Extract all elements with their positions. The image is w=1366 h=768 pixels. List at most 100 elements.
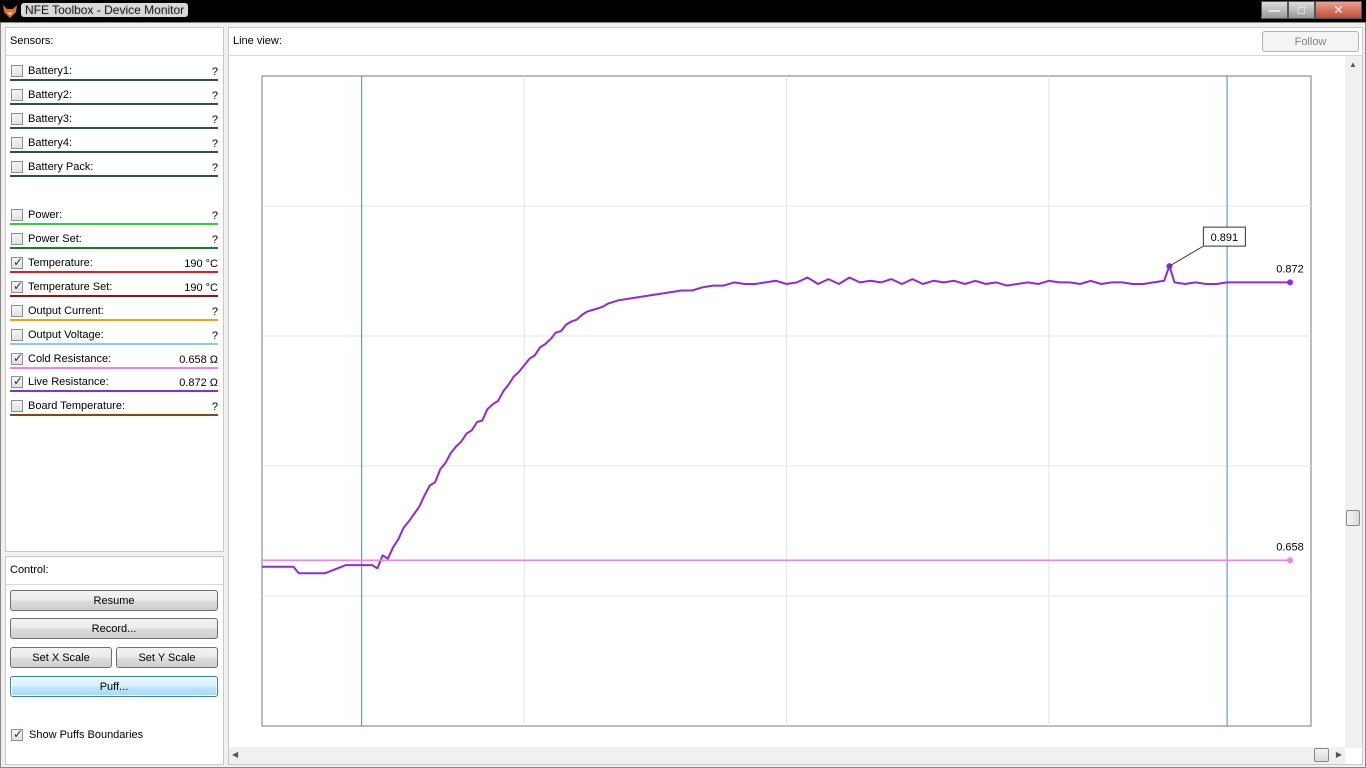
sensor-value: ? xyxy=(211,330,218,342)
vertical-scroll-thumb[interactable] xyxy=(1346,510,1360,526)
sensor-row[interactable]: Battery Pack:? xyxy=(10,159,218,181)
sensor-value: 190 °C xyxy=(184,258,218,270)
checkbox-checked-icon[interactable] xyxy=(11,279,23,293)
sensor-value: ? xyxy=(211,114,218,126)
sensor-row[interactable]: Battery1:? xyxy=(10,63,218,85)
sensor-label: Battery1: xyxy=(28,65,73,77)
set-x-scale-button[interactable]: Set X Scale xyxy=(10,647,112,668)
minimize-icon: — xyxy=(1268,3,1281,17)
follow-button[interactable]: Follow xyxy=(1262,31,1359,52)
sensor-label: Battery3: xyxy=(28,113,73,125)
set-y-scale-button[interactable]: Set Y Scale xyxy=(116,647,218,668)
sensor-value: ? xyxy=(211,162,218,174)
vertical-scrollbar[interactable]: ▲ xyxy=(1345,56,1362,748)
record-button[interactable]: Record... xyxy=(10,618,218,639)
divider xyxy=(6,55,223,56)
checkbox-unchecked-icon[interactable] xyxy=(11,65,23,77)
sensor-label: Live Resistance: xyxy=(28,376,109,388)
checkbox-unchecked-icon[interactable] xyxy=(11,113,23,125)
sensor-value: ? xyxy=(211,306,218,318)
scroll-left-icon[interactable]: ◀ xyxy=(232,750,238,759)
maximize-icon: □ xyxy=(1297,3,1306,17)
sensor-label: Power: xyxy=(28,209,63,221)
checkbox-unchecked-icon[interactable] xyxy=(11,161,23,173)
sensor-label: Power Set: xyxy=(28,233,82,245)
sensor-row[interactable]: Output Voltage:? xyxy=(10,327,218,349)
sensor-value: ? xyxy=(211,66,218,78)
sensor-color-line xyxy=(10,319,218,321)
sensor-color-line xyxy=(10,223,218,225)
sensor-value: ? xyxy=(211,90,218,102)
sensor-label: Battery Pack: xyxy=(28,161,94,173)
sensor-color-line xyxy=(10,151,218,153)
series-end-point xyxy=(1287,279,1294,286)
sensor-row[interactable]: Power:? xyxy=(10,207,218,229)
horizontal-scrollbar[interactable]: ◀ ▶ xyxy=(229,747,1345,764)
control-panel: Control: Resume Record... Set X Scale Se… xyxy=(5,556,224,765)
sensor-row[interactable]: Battery3:? xyxy=(10,111,218,133)
divider xyxy=(6,584,223,585)
checkbox-unchecked-icon[interactable] xyxy=(11,209,23,221)
sensor-color-line xyxy=(10,414,218,416)
sensor-value: 0.658 Ω xyxy=(179,354,218,366)
sensor-label: Output Current: xyxy=(28,305,104,317)
checkbox-checked-icon[interactable] xyxy=(11,727,23,741)
sensor-label: Board Temperature: xyxy=(28,400,126,412)
maximize-button[interactable]: □ xyxy=(1288,1,1315,19)
sensor-row[interactable]: Battery4:? xyxy=(10,135,218,157)
sensor-color-line xyxy=(10,127,218,129)
checkbox-unchecked-icon[interactable] xyxy=(11,137,23,149)
sensor-row[interactable]: Temperature: 190 °C xyxy=(10,255,218,277)
sensor-value: ? xyxy=(211,210,218,222)
sensor-label: Temperature Set: xyxy=(28,281,113,293)
line-view-title: Line view: xyxy=(233,35,282,47)
sensors-panel: Sensors: Battery1:? Battery2:? Battery3:? B… xyxy=(5,27,224,552)
sensor-row[interactable]: Power Set:? xyxy=(10,231,218,253)
minimize-button[interactable]: — xyxy=(1261,1,1288,19)
sensor-color-line xyxy=(10,390,218,392)
sensor-color-line xyxy=(10,367,218,369)
title-bar: NFE Toolbox - Device Monitor — □ ✕ xyxy=(0,0,1366,22)
series-end-point xyxy=(1287,557,1294,564)
resume-button[interactable]: Resume xyxy=(10,590,218,611)
checkbox-checked-icon[interactable] xyxy=(11,374,23,388)
checkbox-unchecked-icon[interactable] xyxy=(11,329,23,341)
sensor-row[interactable]: Board Temperature:? xyxy=(10,398,218,420)
checkbox-checked-icon[interactable] xyxy=(11,255,23,269)
sensor-row[interactable]: Temperature Set: 190 °C xyxy=(10,279,218,301)
checkbox-unchecked-icon[interactable] xyxy=(11,305,23,317)
data-label: 0.872 xyxy=(1276,263,1304,275)
checkbox-unchecked-icon[interactable] xyxy=(11,400,23,412)
sensor-color-line xyxy=(10,103,218,105)
close-button[interactable]: ✕ xyxy=(1315,1,1362,19)
data-label: 0.891 xyxy=(1211,232,1239,244)
sensor-row[interactable]: Cold Resistance: 0.658 Ω xyxy=(10,351,218,373)
sensor-label: Battery4: xyxy=(28,137,73,149)
sensor-color-line xyxy=(10,295,218,297)
sensor-label: Output Voltage: xyxy=(28,329,104,341)
sensor-row[interactable]: Output Current:? xyxy=(10,303,218,325)
main-window: Sensors: Battery1:? Battery2:? Battery3:? B… xyxy=(0,22,1366,768)
sensor-value: 0.872 Ω xyxy=(179,377,218,389)
window-title: NFE Toolbox - Device Monitor xyxy=(21,3,189,17)
app-fox-icon xyxy=(3,5,17,18)
line-chart[interactable]: 0.891 0.872 0.658 xyxy=(229,56,1345,748)
close-icon: ✕ xyxy=(1333,3,1344,17)
sensor-color-line xyxy=(10,247,218,249)
scroll-right-icon[interactable]: ▶ xyxy=(1336,750,1342,759)
puff-button[interactable]: Puff... xyxy=(10,676,218,697)
sensor-value: ? xyxy=(211,234,218,246)
checkbox-unchecked-icon[interactable] xyxy=(11,233,23,245)
sensor-color-line xyxy=(10,271,218,273)
sensor-label: Cold Resistance: xyxy=(28,353,112,365)
checkbox-checked-icon[interactable] xyxy=(11,351,23,365)
sensor-row[interactable]: Live Resistance: 0.872 Ω xyxy=(10,374,218,396)
sensors-title: Sensors: xyxy=(10,35,54,47)
sensor-color-line xyxy=(10,175,218,177)
checkbox-unchecked-icon[interactable] xyxy=(11,89,23,101)
horizontal-scroll-thumb[interactable] xyxy=(1314,748,1329,762)
line-view-panel: Line view: Follow 0.891 0.872 0.658 ▲ ◀ ▶ xyxy=(228,27,1363,765)
sensor-row[interactable]: Battery2:? xyxy=(10,87,218,109)
scroll-up-icon[interactable]: ▲ xyxy=(1349,60,1357,69)
control-title: Control: xyxy=(10,564,49,576)
